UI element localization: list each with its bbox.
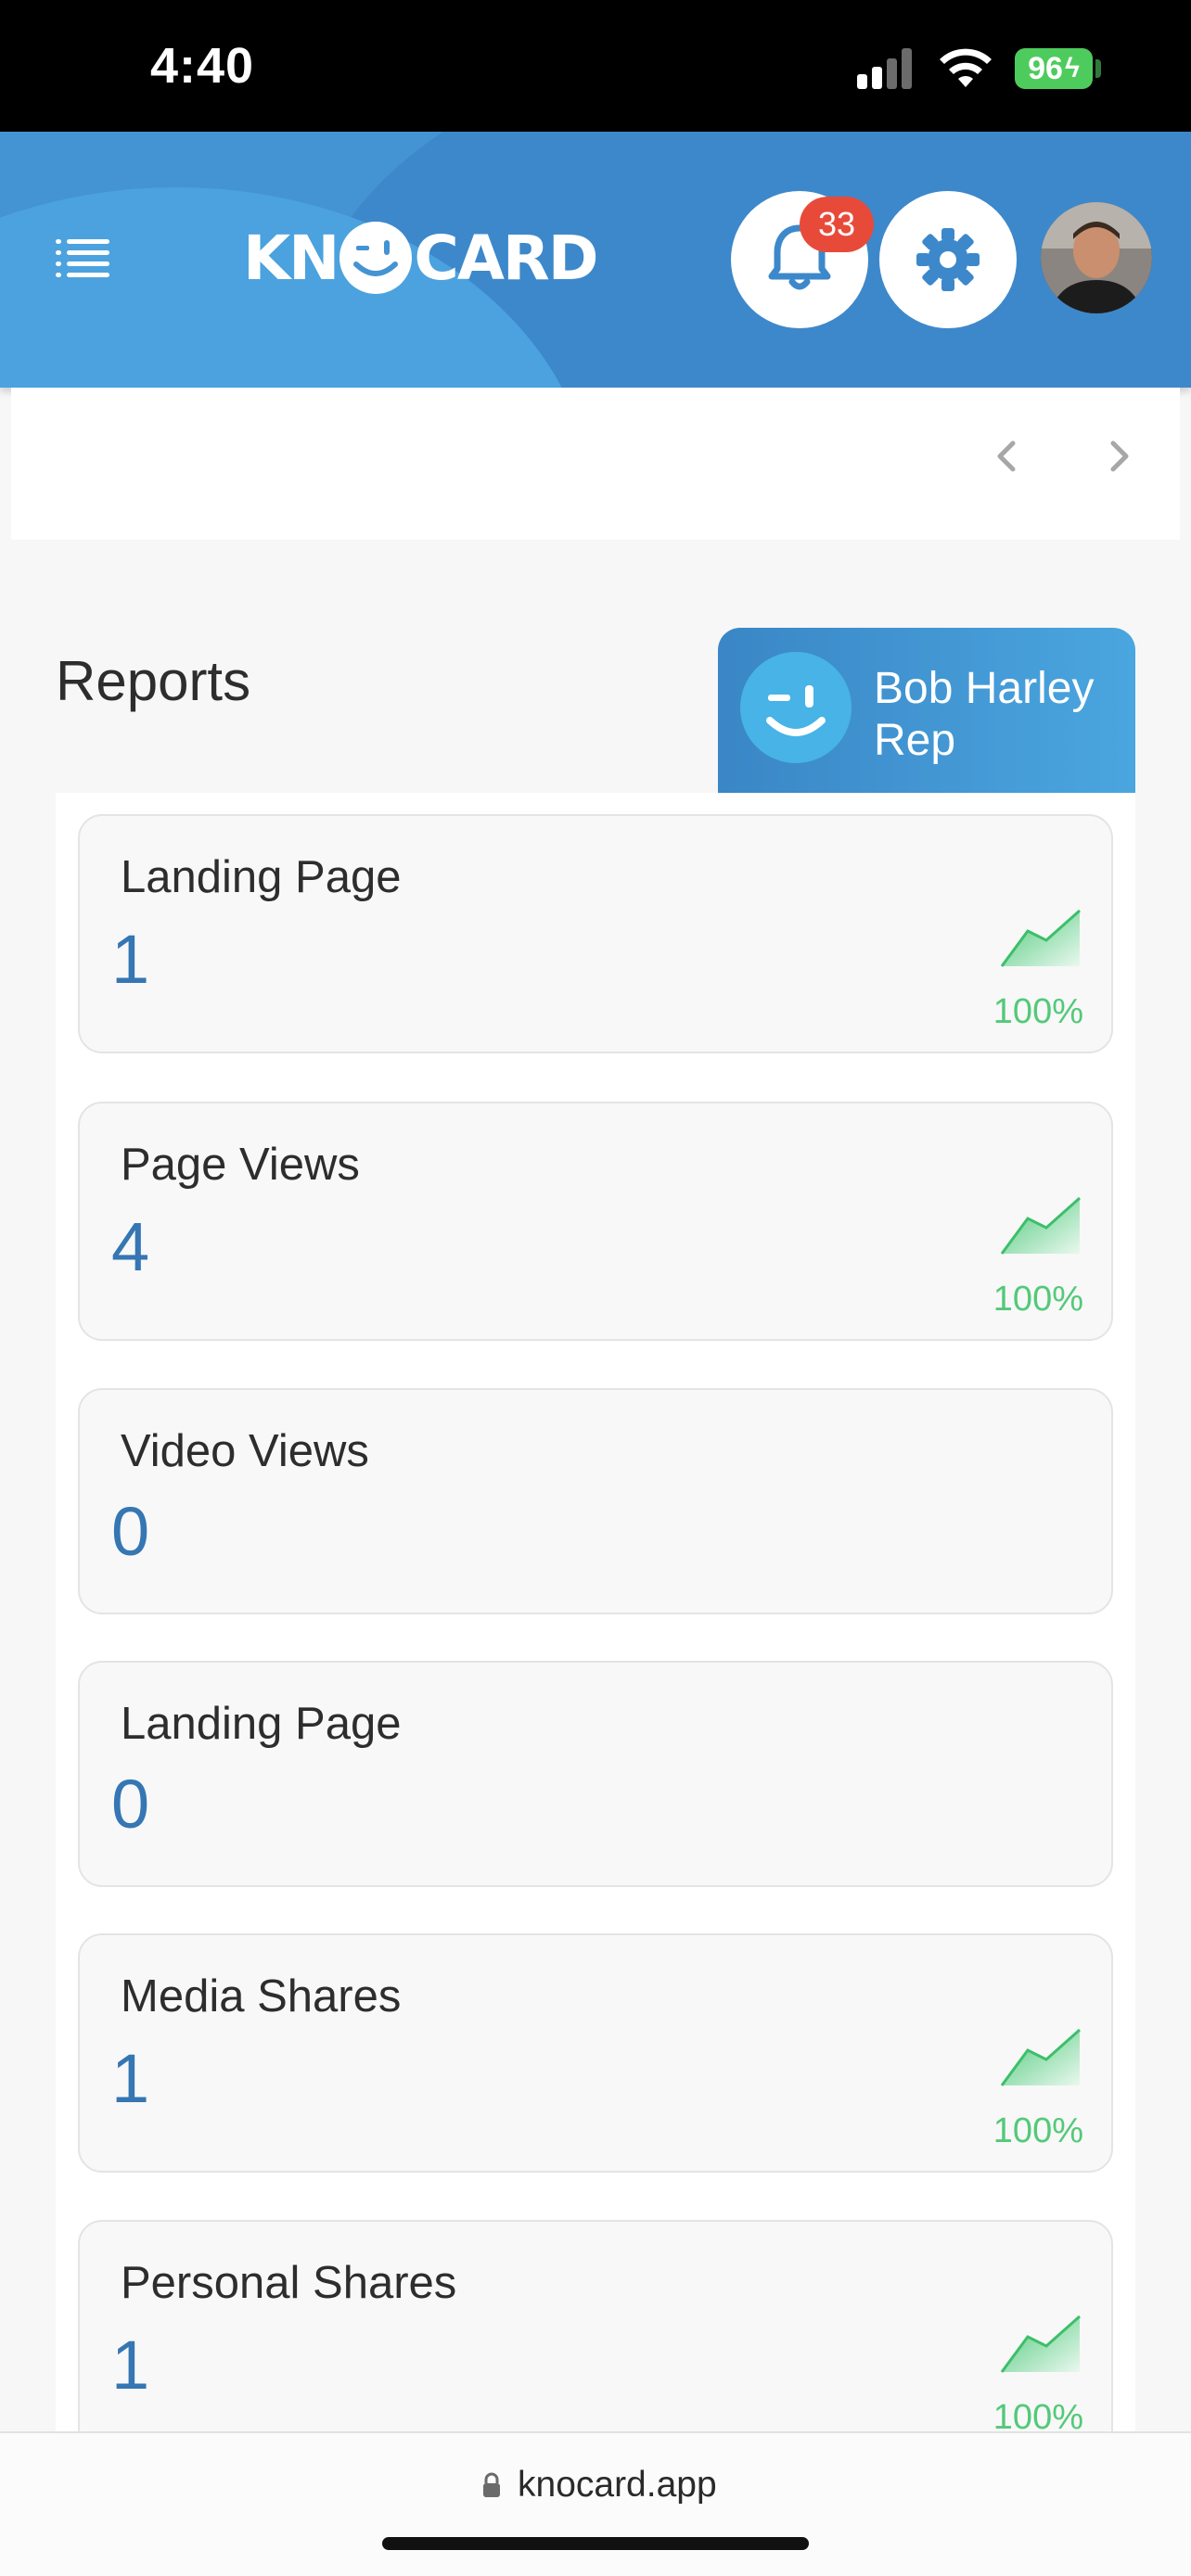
browser-url[interactable]: knocard.app (518, 2465, 717, 2506)
report-card-label: Video Views (121, 1426, 369, 1476)
status-bar: 4:40 96 ϟ (0, 0, 1191, 132)
report-card-label: Page Views (121, 1140, 360, 1190)
page-title: Reports (56, 650, 251, 712)
report-card-label: Media Shares (121, 1971, 402, 2021)
cellular-signal-icon (857, 48, 916, 89)
logo-text-left: KN (243, 222, 339, 294)
trend-up-icon (1000, 1196, 1081, 1255)
gear-icon (916, 228, 980, 291)
report-card-value: 0 (111, 1766, 150, 1843)
trend-up-icon (1000, 2028, 1081, 2086)
report-card-value: 4 (111, 1208, 150, 1285)
knocard-logo[interactable]: KN CARD (243, 221, 599, 295)
avatar-photo (1041, 202, 1152, 313)
report-card-value: 0 (111, 1493, 150, 1570)
menu-icon[interactable] (56, 239, 109, 278)
battery-nub (1095, 59, 1101, 78)
battery-level: 96 (1028, 50, 1063, 86)
chevron-right-icon[interactable] (1096, 434, 1141, 478)
logo-text-right: CARD (414, 222, 598, 294)
report-card-value: 1 (111, 2327, 150, 2404)
report-card-value: 1 (111, 2040, 150, 2117)
battery-indicator: 96 ϟ (1015, 48, 1093, 89)
report-card[interactable]: Landing Page 0 (78, 1661, 1113, 1887)
notification-badge: 33 (800, 197, 874, 252)
user-avatar[interactable] (1041, 202, 1152, 313)
logo-face-icon (339, 222, 413, 294)
trend-up-icon (1000, 2315, 1081, 2373)
report-card-percent: 100% (992, 2111, 1083, 2150)
report-card-label: Personal Shares (121, 2258, 457, 2308)
report-card-value: 1 (111, 921, 150, 998)
chevron-left-icon[interactable] (985, 434, 1030, 478)
home-indicator (382, 2537, 809, 2550)
report-card[interactable]: Landing Page 1 100% (78, 814, 1113, 1053)
report-card[interactable]: Video Views 0 (78, 1388, 1113, 1614)
status-time: 4:40 (150, 38, 255, 94)
report-card[interactable]: Media Shares 1 100% (78, 1933, 1113, 2173)
rep-tab[interactable]: Bob Harley Rep (718, 628, 1135, 793)
rep-face-icon (740, 652, 852, 763)
report-card-percent: 100% (992, 1280, 1083, 1319)
report-card[interactable]: Page Views 4 100% (78, 1102, 1113, 1341)
settings-button[interactable] (879, 191, 1017, 328)
report-card[interactable]: Personal Shares 1 100% (78, 2220, 1113, 2459)
report-card-label: Landing Page (121, 1699, 402, 1749)
report-card-percent: 100% (992, 992, 1083, 1031)
wifi-icon (940, 48, 992, 87)
trend-up-icon (1000, 909, 1081, 967)
lock-icon (483, 2472, 500, 2497)
charging-bolt-icon: ϟ (1064, 53, 1080, 83)
report-card-label: Landing Page (121, 852, 402, 902)
rep-name: Bob Harley Rep (874, 664, 1095, 765)
